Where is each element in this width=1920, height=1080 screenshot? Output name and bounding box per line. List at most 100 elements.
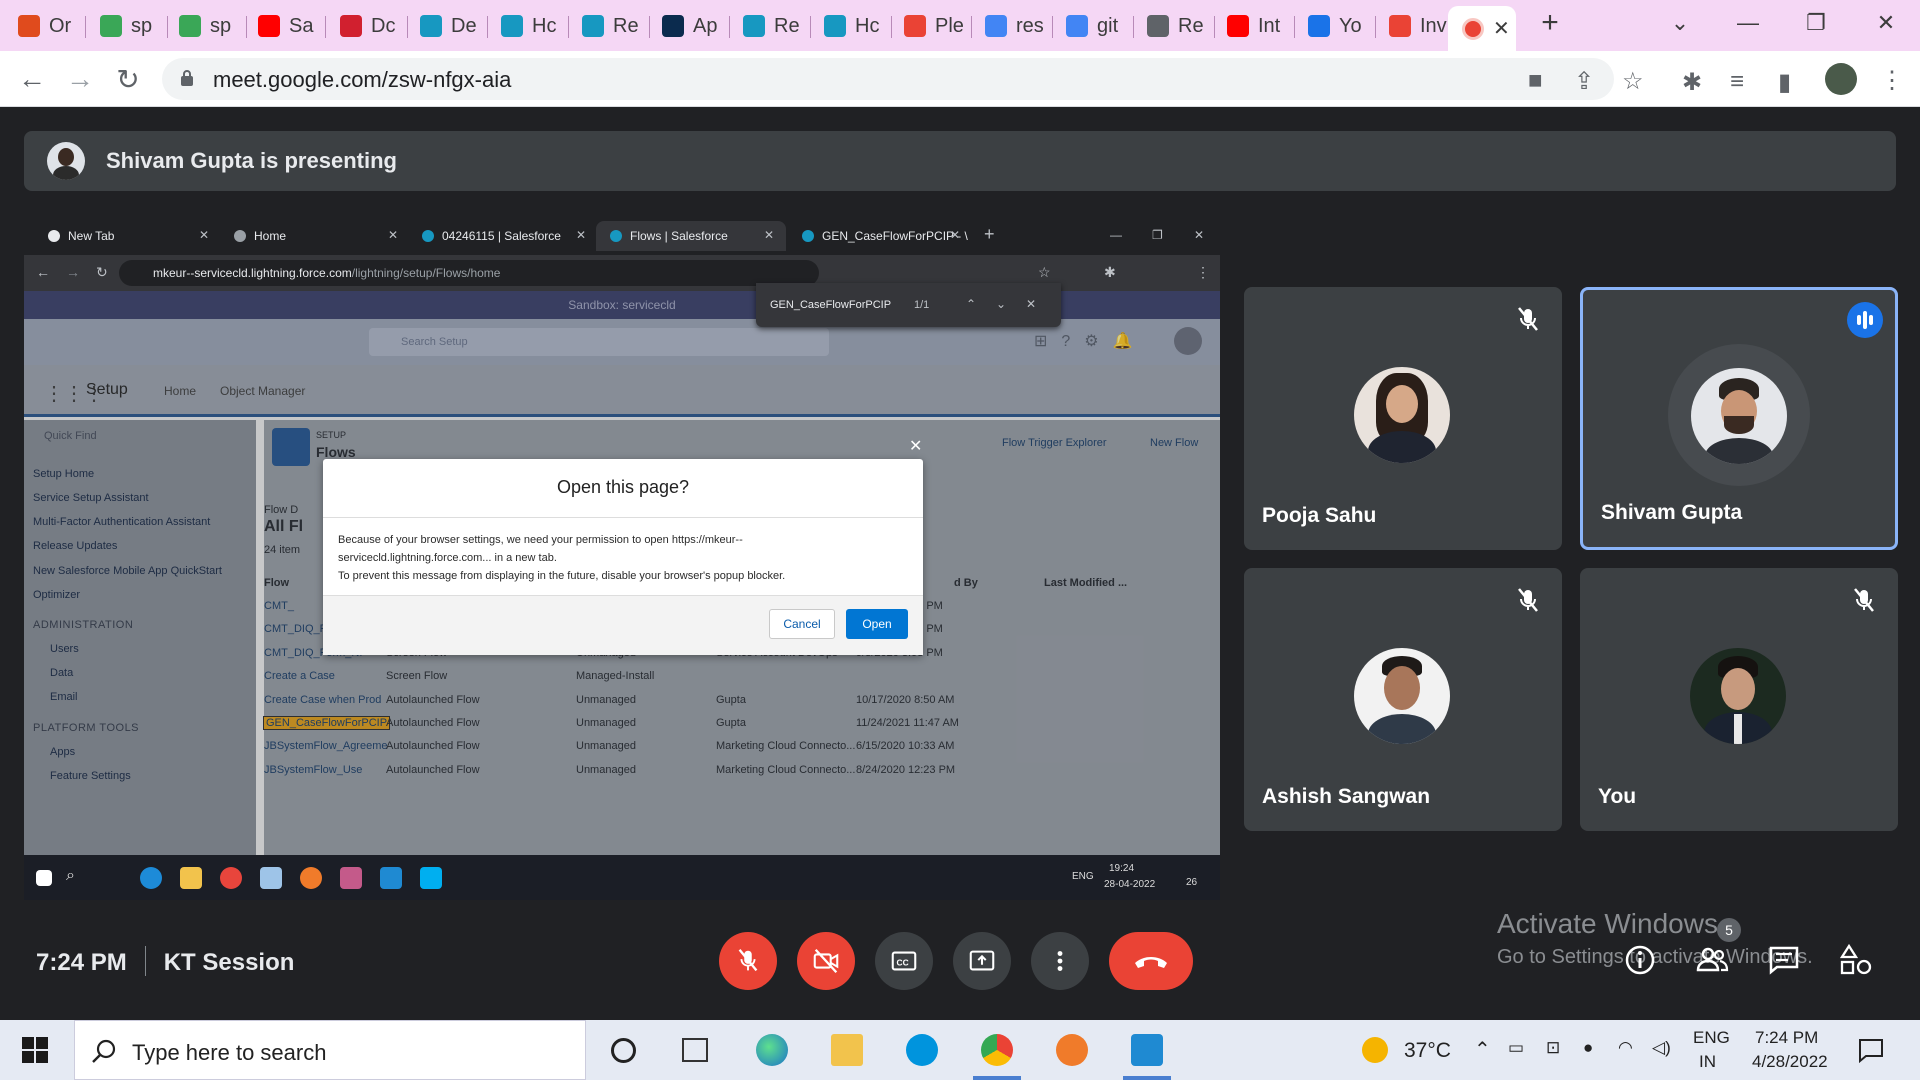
favicon-icon bbox=[1308, 15, 1330, 37]
tab-close-icon[interactable]: ✕ bbox=[1493, 16, 1510, 41]
close-window-button[interactable]: ✕ bbox=[1866, 8, 1906, 38]
leave-call-button[interactable] bbox=[1109, 932, 1193, 990]
file-explorer-icon[interactable] bbox=[831, 1034, 863, 1066]
browser-tab-label: Hc bbox=[532, 14, 557, 37]
browser-tab[interactable]: Hc bbox=[812, 8, 888, 44]
meeting-info: 7:24 PM KT Session bbox=[36, 946, 294, 977]
restore-button[interactable]: ❐ bbox=[1796, 8, 1836, 38]
favicon-icon bbox=[420, 15, 442, 37]
participant-name: Ashish Sangwan bbox=[1262, 785, 1431, 808]
taskbar-search-box[interactable]: Type here to search bbox=[74, 1020, 586, 1080]
meeting-details-icon[interactable] bbox=[1622, 942, 1658, 978]
participant-tile-self[interactable]: You bbox=[1580, 568, 1898, 831]
tray-chevron-icon[interactable]: ⌃ bbox=[1474, 1037, 1491, 1062]
browser-tab[interactable]: git bbox=[1054, 8, 1130, 44]
browser-tab[interactable]: Re bbox=[731, 8, 807, 44]
edge-icon[interactable] bbox=[756, 1034, 788, 1066]
browser-tab[interactable]: sp bbox=[167, 8, 243, 44]
chrome-icon[interactable] bbox=[981, 1034, 1013, 1066]
tab-meet-active[interactable]: ✕ bbox=[1448, 6, 1516, 51]
avatar bbox=[1690, 648, 1786, 744]
restore-icon: ❐ bbox=[1152, 228, 1163, 242]
mic-icon[interactable]: ● bbox=[1583, 1038, 1593, 1058]
profile-avatar[interactable] bbox=[1825, 63, 1857, 95]
browser-tab[interactable]: Int bbox=[1215, 8, 1291, 44]
browser-tab[interactable]: res bbox=[973, 8, 1049, 44]
meeting-name[interactable]: KT Session bbox=[164, 949, 295, 976]
favicon-icon bbox=[904, 15, 926, 37]
browser-tab[interactable]: Ap bbox=[650, 8, 726, 44]
participant-tile[interactable]: Pooja Sahu bbox=[1244, 287, 1562, 550]
extensions-icon[interactable]: ✱ bbox=[1682, 68, 1702, 97]
participant-tile-active-speaker[interactable]: Shivam Gupta bbox=[1580, 287, 1898, 550]
find-next-icon: ⌄ bbox=[996, 297, 1007, 311]
menu-icon[interactable]: ⋮ bbox=[1880, 66, 1904, 95]
vscode-icon bbox=[380, 867, 402, 889]
cortana-icon[interactable] bbox=[611, 1038, 636, 1063]
star-icon: ☆ bbox=[1038, 264, 1051, 280]
browser-tab-label: Hc bbox=[855, 14, 880, 37]
language-bottom[interactable]: IN bbox=[1699, 1052, 1716, 1072]
wifi-icon[interactable]: ◠ bbox=[1618, 1038, 1633, 1058]
address-bar[interactable]: meet.google.com/zsw-nfgx-aia ■ ⇪ ☆ bbox=[162, 58, 1644, 100]
participant-tile[interactable]: Ashish Sangwan bbox=[1244, 568, 1562, 831]
media-control-icon[interactable]: ≡ bbox=[1730, 68, 1744, 96]
camera-icon[interactable]: ■ bbox=[1528, 67, 1543, 95]
volume-icon[interactable]: ◁) bbox=[1652, 1038, 1671, 1058]
captions-button[interactable]: CC bbox=[875, 932, 933, 990]
mic-off-icon bbox=[1518, 307, 1538, 331]
skype-icon[interactable] bbox=[906, 1034, 938, 1066]
tab-separator bbox=[487, 16, 488, 38]
browser-tab[interactable]: Ple bbox=[892, 8, 968, 44]
back-button[interactable]: ← bbox=[14, 61, 50, 97]
tab-search-icon[interactable]: ⌄ bbox=[1660, 8, 1700, 38]
language-top[interactable]: ENG bbox=[1693, 1028, 1730, 1048]
modal-body: Because of your browser settings, we nee… bbox=[338, 534, 786, 582]
favicon-icon bbox=[743, 15, 765, 37]
shared-screen: New Tab ✕ Home ✕ 04246115 | Salesforce ✕… bbox=[24, 215, 1220, 900]
search-placeholder: Type here to search bbox=[132, 1040, 327, 1065]
camera-toggle-button[interactable] bbox=[797, 932, 855, 990]
clock-time[interactable]: 7:24 PM bbox=[1755, 1028, 1818, 1048]
task-view-icon[interactable] bbox=[682, 1038, 708, 1062]
people-icon[interactable] bbox=[1694, 942, 1730, 978]
notification-icon[interactable] bbox=[1858, 1037, 1884, 1063]
battery-icon[interactable]: ▭ bbox=[1508, 1038, 1524, 1058]
app-icon bbox=[300, 867, 322, 889]
browser-tab[interactable]: Re bbox=[1135, 8, 1211, 44]
browser-tab[interactable]: sp bbox=[88, 8, 164, 44]
browser-tab[interactable]: De bbox=[408, 8, 484, 44]
weather-temp[interactable]: 37°C bbox=[1404, 1039, 1451, 1063]
browser-tab[interactable]: Hc bbox=[489, 8, 565, 44]
chat-icon[interactable] bbox=[1766, 942, 1802, 978]
clock-date[interactable]: 4/28/2022 bbox=[1752, 1052, 1828, 1072]
app-icon[interactable] bbox=[1056, 1034, 1088, 1066]
activities-icon[interactable] bbox=[1838, 942, 1874, 978]
bookmark-star-icon[interactable]: ☆ bbox=[1622, 67, 1644, 96]
browser-tab[interactable]: Inv bbox=[1377, 8, 1453, 44]
device-icon[interactable]: ⊡ bbox=[1546, 1038, 1560, 1058]
vscode-icon[interactable] bbox=[1131, 1034, 1163, 1066]
browser-tab[interactable]: Or bbox=[6, 8, 82, 44]
weather-icon bbox=[1362, 1037, 1388, 1063]
browser-tab[interactable]: Re bbox=[570, 8, 646, 44]
present-screen-button[interactable] bbox=[953, 932, 1011, 990]
favicon-icon bbox=[258, 15, 280, 37]
presenting-text: Shivam Gupta is presenting bbox=[106, 148, 397, 173]
share-icon[interactable]: ⇪ bbox=[1574, 67, 1594, 96]
forward-button[interactable]: → bbox=[62, 61, 98, 97]
more-options-button[interactable] bbox=[1031, 932, 1089, 990]
browser-tab-label: Inv bbox=[1420, 14, 1447, 37]
shared-tab: 04246115 | Salesforce bbox=[408, 221, 588, 251]
mic-toggle-button[interactable] bbox=[719, 932, 777, 990]
browser-tab[interactable]: Sa bbox=[246, 8, 322, 44]
browser-tab[interactable]: Yo bbox=[1296, 8, 1372, 44]
lang: ENG bbox=[1072, 871, 1094, 882]
windows-start-icon[interactable] bbox=[22, 1037, 48, 1063]
reload-button[interactable]: ↻ bbox=[110, 61, 146, 97]
side-panel-icon[interactable]: ▮ bbox=[1778, 68, 1791, 97]
new-tab-button[interactable]: + bbox=[1530, 6, 1570, 39]
browser-tab[interactable]: Dc bbox=[328, 8, 404, 44]
windows-icon bbox=[36, 870, 52, 886]
minimize-button[interactable]: — bbox=[1728, 8, 1768, 38]
